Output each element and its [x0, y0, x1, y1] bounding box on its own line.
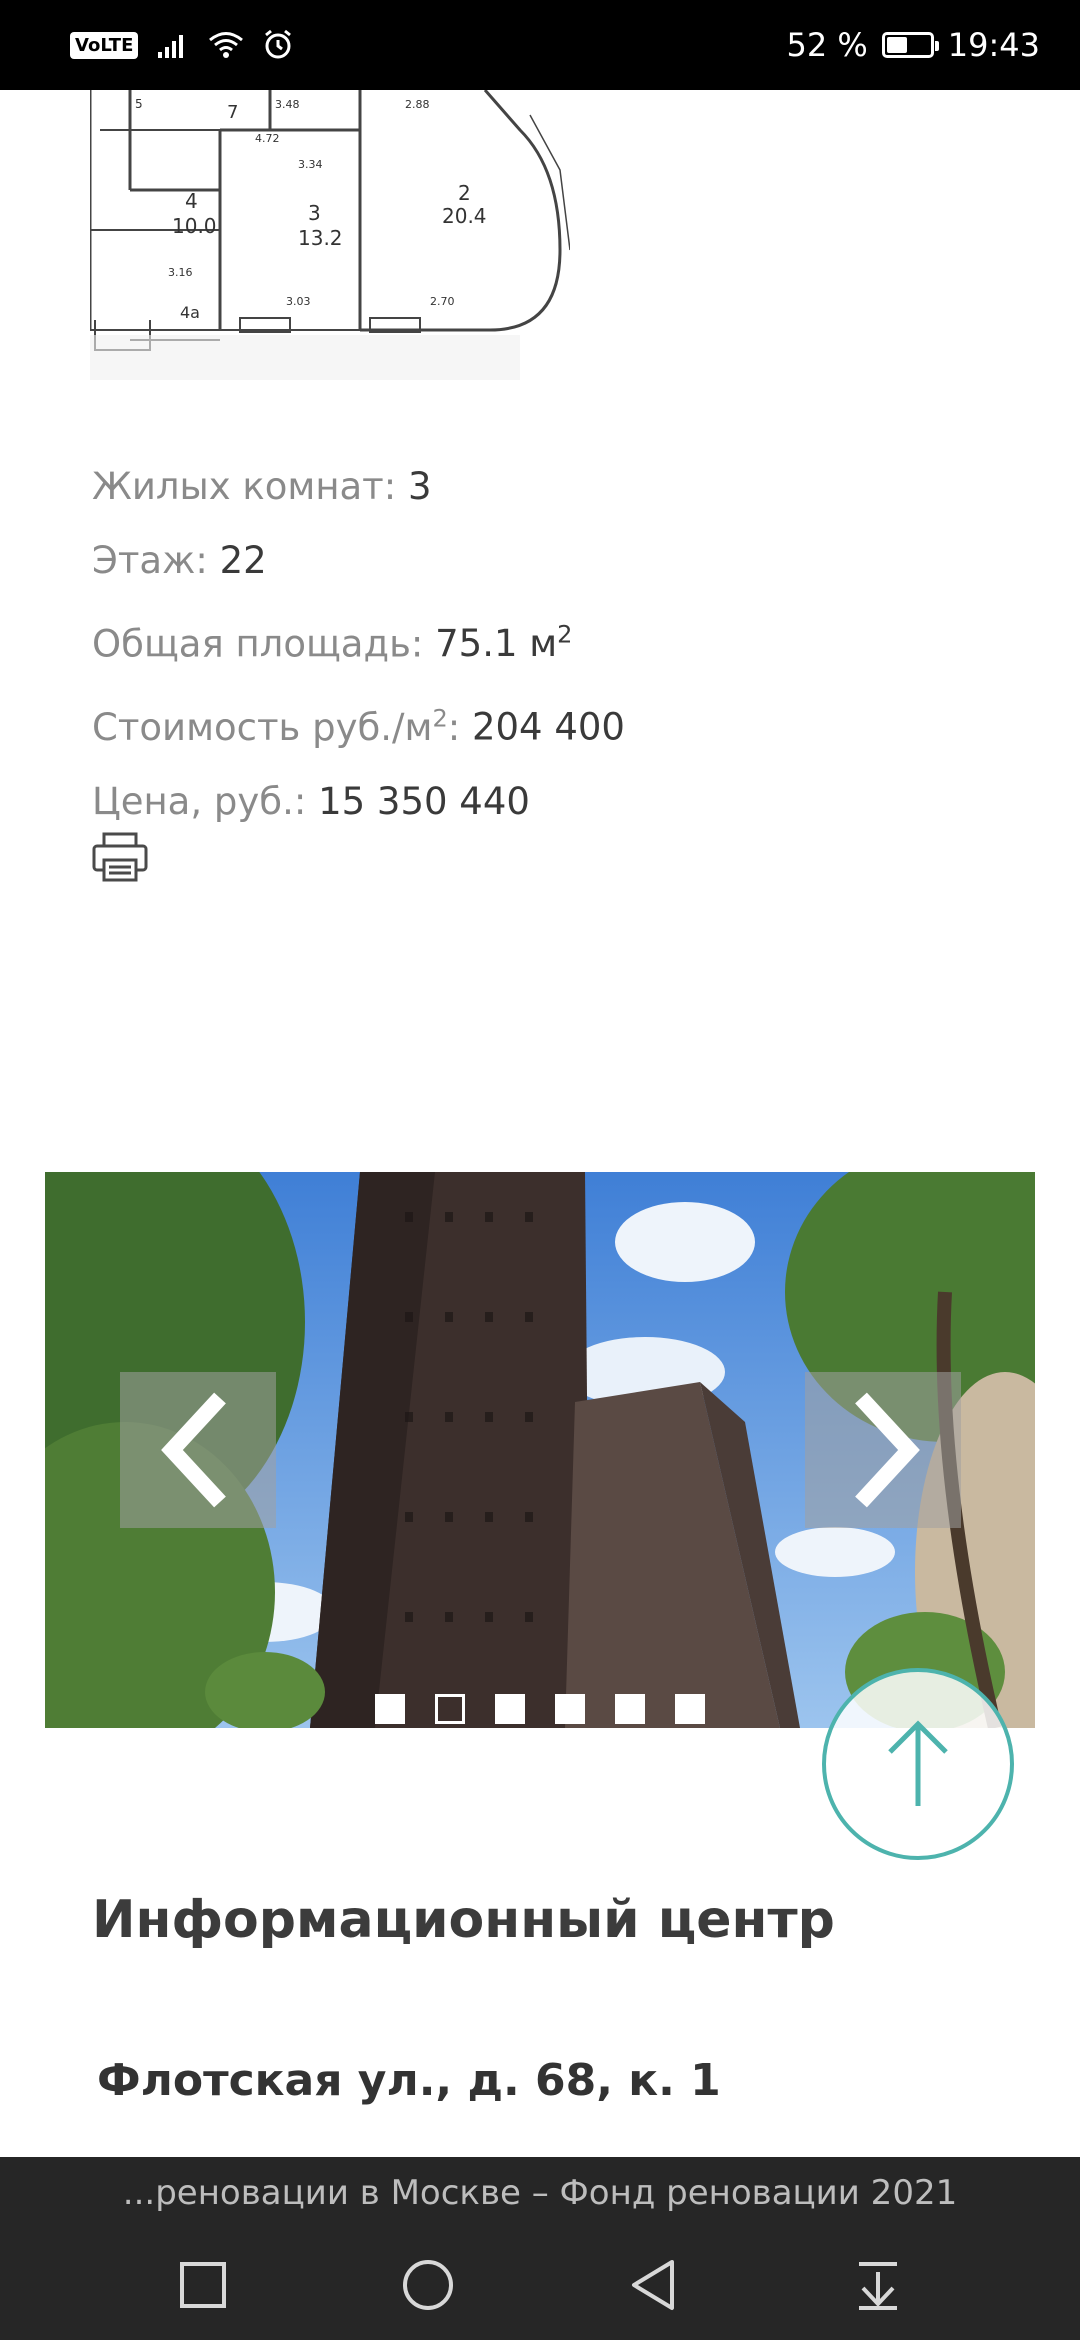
plan-label: 13.2: [298, 226, 343, 250]
price-per-m2-row: Стоимость руб./м2: 204 400: [92, 681, 992, 764]
area-row: Общая площадь: 75.1 м2: [92, 598, 992, 681]
area-value: 75.1 м2: [435, 621, 573, 666]
carousel-dot[interactable]: [555, 1694, 585, 1724]
carousel-prev-button[interactable]: [120, 1372, 276, 1528]
floor-label: Этаж:: [92, 539, 208, 582]
price-per-m2-label: Стоимость руб./м2:: [92, 704, 461, 749]
plan-label: 2.70: [430, 295, 455, 308]
info-center-heading: Информационный центр: [92, 1890, 835, 1950]
plan-label: 2: [458, 181, 471, 205]
info-center-address: Флотская ул., д. 68, к. 1: [97, 2055, 721, 2106]
status-bar: VoLTE 52 % 19:43: [0, 0, 1080, 90]
notification-pulldown-button[interactable]: [843, 2250, 913, 2320]
navigation-bar: [0, 2229, 1080, 2340]
battery-percent: 52 %: [786, 26, 868, 64]
rooms-value: 3: [407, 465, 432, 508]
recent-apps-button[interactable]: [168, 2250, 238, 2320]
area-label: Общая площадь:: [92, 622, 424, 666]
carousel-next-button[interactable]: [805, 1372, 961, 1528]
rooms-label: Жилых комнат:: [92, 465, 397, 508]
circle-icon: [402, 2259, 453, 2310]
plan-label: 20.4: [442, 204, 487, 228]
back-button[interactable]: [618, 2250, 688, 2320]
carousel-dot[interactable]: [495, 1694, 525, 1724]
plan-label: 3.16: [168, 266, 193, 279]
print-icon[interactable]: [92, 832, 148, 882]
chevron-left-icon: [161, 1392, 226, 1508]
browser-page-title[interactable]: ...реновации в Москве – Фонд реновации 2…: [0, 2157, 1080, 2229]
scroll-to-top-button[interactable]: [822, 1668, 1014, 1860]
wifi-icon: [209, 32, 244, 58]
plan-label: 3.03: [286, 295, 311, 308]
carousel-dot[interactable]: [675, 1694, 705, 1724]
price-label: Цена, руб.:: [92, 779, 307, 823]
volte-badge: VoLTE: [70, 31, 139, 59]
signal-icon: [158, 35, 184, 58]
plan-label: 4: [185, 189, 198, 213]
plan-label: 4a: [180, 303, 200, 322]
battery-icon: [881, 32, 939, 58]
rooms-row: Жилых комнат: 3: [92, 450, 992, 524]
home-button[interactable]: [393, 2250, 463, 2320]
svg-text:5: 5: [135, 97, 143, 111]
pull-down-icon: [858, 2261, 897, 2310]
carousel-dot[interactable]: [375, 1694, 405, 1724]
plan-label: 2.88: [405, 98, 430, 111]
chevron-right-icon: [855, 1392, 920, 1508]
price-value: 15 350 440: [318, 779, 530, 823]
plan-label: 7: [227, 102, 238, 123]
plan-label: 3.34: [298, 158, 323, 171]
carousel-dots: [375, 1694, 705, 1724]
triangle-back-icon: [631, 2259, 674, 2310]
floor-row: Этаж: 22: [92, 524, 992, 598]
carousel-dot[interactable]: [615, 1694, 645, 1724]
floor-plan-image[interactable]: 5 7 3.48 2.88 4.72 3.34 4 10.0 3 13.2 2 …: [90, 90, 570, 380]
square-icon: [179, 2261, 226, 2308]
plan-label: 10.0: [172, 214, 217, 238]
alarm-icon: [265, 29, 292, 59]
photo-carousel[interactable]: [45, 1172, 1035, 1728]
plan-label: 3.48: [275, 98, 300, 111]
plan-label: 4.72: [255, 132, 280, 145]
plan-label: 3: [308, 201, 321, 225]
price-per-m2-value: 204 400: [471, 705, 625, 749]
price-row: Цена, руб.: 15 350 440: [92, 765, 992, 839]
floor-value: 22: [219, 539, 267, 582]
arrow-up-icon: [888, 1720, 948, 1806]
apartment-info: Жилых комнат: 3 Этаж: 22 Общая площадь: …: [92, 450, 992, 839]
carousel-dot[interactable]: [435, 1694, 465, 1724]
clock: 19:43: [947, 26, 1040, 64]
